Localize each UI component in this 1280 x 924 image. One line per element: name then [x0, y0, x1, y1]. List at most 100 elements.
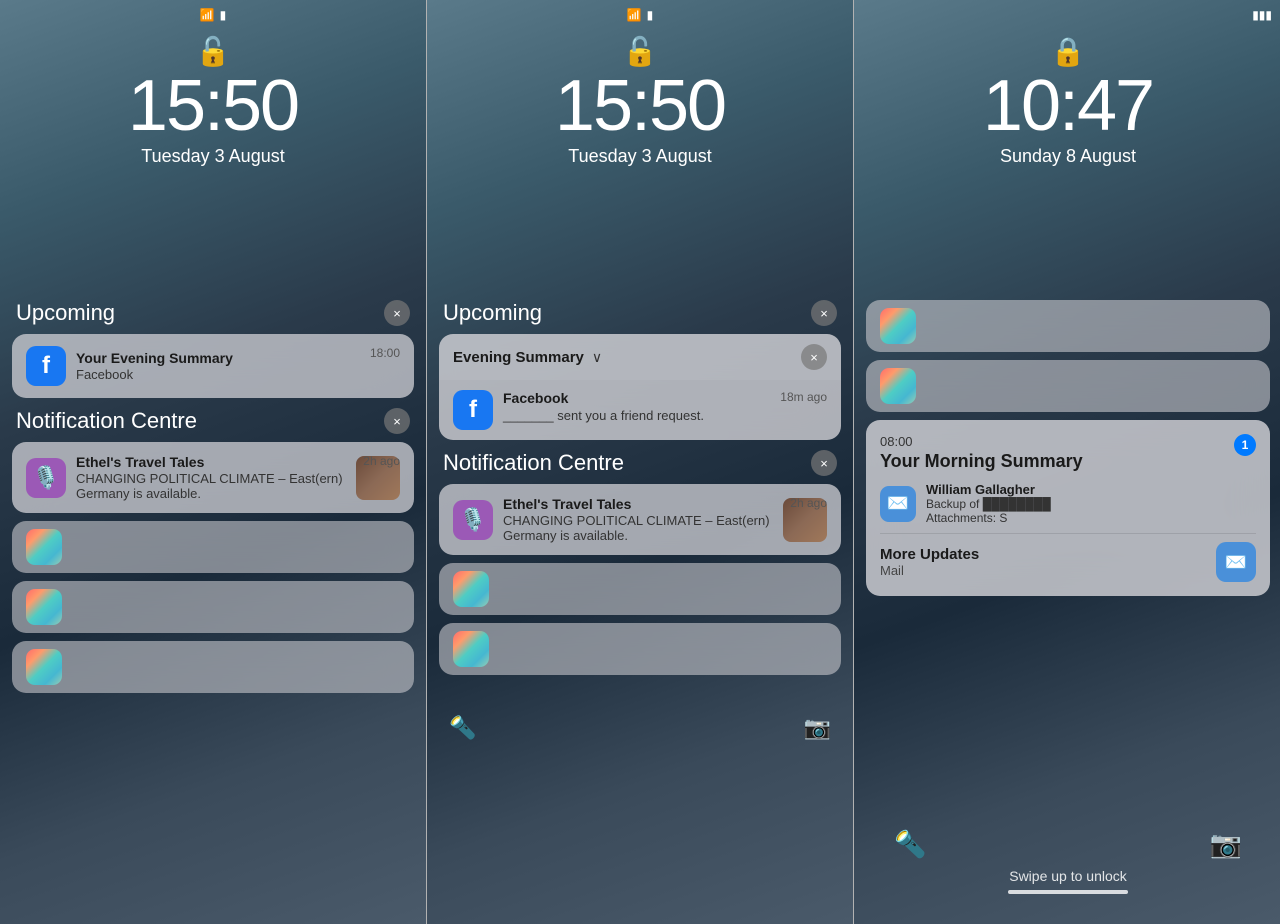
podcast-notif-time-1: 2h ago [363, 454, 400, 468]
blurred-card-1a [12, 521, 414, 573]
facebook-time-2: 18m ago [780, 390, 827, 406]
phone-panel-2: 📶 ▮ 🔓 15:50 Tuesday 3 August Upcoming × … [427, 0, 853, 924]
camera-icon-2: 📷 [804, 715, 831, 741]
notifications-area-1: Upcoming × f Your Evening Summary Facebo… [12, 300, 414, 701]
camera-icon-3[interactable]: 📷 [1210, 829, 1242, 860]
blurred-card-2b [439, 623, 841, 675]
blurred-card-1c [12, 641, 414, 693]
facebook-app-name-2: Facebook [503, 390, 568, 406]
bottom-controls-3: 🔦 📷 [894, 829, 1242, 860]
facebook-notif-time-1: 18:00 [370, 346, 400, 360]
upcoming-title-1: Upcoming [16, 300, 115, 326]
battery-icon-1: ▮ [220, 8, 227, 22]
notif-centre-title-2: Notification Centre [443, 450, 624, 476]
facebook-notif-subtitle-1: Facebook [76, 367, 400, 382]
lock-icon-3: 🔒 [1051, 35, 1086, 68]
status-icons-3: ▮▮▮ [1252, 8, 1272, 22]
shortcuts-icon-3b [880, 368, 916, 404]
facebook-notif-card-1[interactable]: f Your Evening Summary Facebook 18:00 [12, 334, 414, 398]
podcast-notif-card-1[interactable]: 🎙️ Ethel's Travel Tales CHANGING POLITIC… [12, 442, 414, 513]
morning-summary-card[interactable]: 08:00 Your Morning Summary 1 ✉️ William … [866, 420, 1270, 596]
evening-close-btn-2[interactable]: × [801, 344, 827, 370]
blurred-card-1b [12, 581, 414, 633]
morning-mail-sender: William Gallagher [926, 482, 1051, 497]
upcoming-header-2: Upcoming × [439, 300, 841, 326]
time-display-3: 10:47 Sunday 8 August [854, 70, 1280, 167]
phone-panel-3: ▮▮▮ 🔒 10:47 Sunday 8 August 08:00 Your M… [854, 0, 1280, 924]
morning-mail-preview: Backup of ████████ [926, 497, 1051, 511]
upcoming-close-btn-2[interactable]: × [811, 300, 837, 326]
notif-centre-header-2: Notification Centre × [439, 450, 841, 476]
podcast-icon-1: 🎙️ [26, 458, 66, 498]
podcast-notif-title-2: Ethel's Travel Tales [503, 496, 773, 512]
status-bar-3: ▮▮▮ [854, 0, 1280, 30]
shortcuts-icon-1b [26, 589, 62, 625]
more-updates-label: More Updates [880, 546, 979, 563]
upcoming-header-1: Upcoming × [12, 300, 414, 326]
facebook-grouped-card-2[interactable]: f Facebook 18m ago _______ sent you a fr… [439, 380, 841, 440]
podcast-notif-subtitle-2: CHANGING POLITICAL CLIMATE – East(ern) G… [503, 513, 773, 543]
status-icons-1: 📶 ▮ [200, 8, 227, 22]
status-icons-2: 📶 ▮ [627, 8, 654, 22]
facebook-notif-content-1: Your Evening Summary Facebook [76, 350, 400, 382]
facebook-icon-1: f [26, 346, 66, 386]
mail-icon-3: ✉️ [880, 486, 916, 522]
shortcuts-icon-2a [453, 571, 489, 607]
date-1: Tuesday 3 August [0, 146, 426, 167]
phone-panel-1: 📶 ▮ 🔓 15:50 Tuesday 3 August Upcoming × … [0, 0, 426, 924]
lock-icon-1: 🔓 [196, 35, 231, 68]
shortcuts-icon-3a [880, 308, 916, 344]
shortcuts-icon-1c [26, 649, 62, 685]
status-bar-1: 📶 ▮ [0, 0, 426, 30]
battery-icon-3: ▮▮▮ [1252, 8, 1272, 22]
podcast-notif-title-1: Ethel's Travel Tales [76, 454, 346, 470]
podcast-notif-subtitle-1: CHANGING POLITICAL CLIMATE – East(ern) G… [76, 471, 346, 501]
facebook-body-text-2: _______ sent you a friend request. [503, 408, 704, 423]
shortcuts-icon-2b [453, 631, 489, 667]
morning-summary-badge: 1 [1234, 434, 1256, 456]
notif-centre-header-1: Notification Centre × [12, 408, 414, 434]
mail-updates-icon: ✉️ [1216, 542, 1256, 582]
swipe-hint: Swipe up to unlock [894, 868, 1242, 884]
evening-summary-header: Evening Summary ∨ × [439, 334, 841, 380]
clock-1: 15:50 [0, 70, 426, 142]
evening-summary-title: Evening Summary [453, 349, 584, 366]
facebook-grouped-body-2: _______ sent you a friend request. [503, 408, 827, 423]
shortcuts-icon-1a [26, 529, 62, 565]
morning-summary-time: 08:00 [880, 434, 1256, 449]
swipe-bar [1008, 890, 1128, 894]
more-updates-info: More Updates Mail [880, 546, 979, 578]
notifications-area-2: Upcoming × Evening Summary ∨ × f Faceboo… [439, 300, 841, 741]
facebook-grouped-title-row: Facebook 18m ago [503, 390, 827, 406]
facebook-icon-2: f [453, 390, 493, 430]
podcast-notif-content-2: Ethel's Travel Tales CHANGING POLITICAL … [503, 496, 773, 543]
bottom-bar-3: 🔦 📷 Swipe up to unlock [854, 809, 1280, 924]
battery-icon-2: ▮ [647, 8, 654, 22]
morning-mail-preview2: Attachments: S [926, 511, 1051, 525]
morning-mail-item: ✉️ William Gallagher Backup of ████████ … [880, 482, 1256, 525]
podcast-icon-2: 🎙️ [453, 500, 493, 540]
facebook-grouped-content-2: Facebook 18m ago _______ sent you a frie… [503, 390, 827, 423]
upcoming-close-btn-1[interactable]: × [384, 300, 410, 326]
morning-mail-content: William Gallagher Backup of ████████ Att… [926, 482, 1051, 525]
blurred-card-3b [866, 360, 1270, 412]
date-3: Sunday 8 August [854, 146, 1280, 167]
wifi-icon-1: 📶 [200, 8, 215, 22]
clock-3: 10:47 [854, 70, 1280, 142]
notif-centre-close-btn-2[interactable]: × [811, 450, 837, 476]
podcast-notif-time-2: 2h ago [790, 496, 827, 510]
bottom-hint-2: 🔦 📷 [439, 695, 841, 741]
clock-2: 15:50 [427, 70, 853, 142]
date-2: Tuesday 3 August [427, 146, 853, 167]
torch-icon-3[interactable]: 🔦 [894, 829, 926, 860]
podcast-notif-card-2[interactable]: 🎙️ Ethel's Travel Tales CHANGING POLITIC… [439, 484, 841, 555]
evening-summary-title-group: Evening Summary ∨ [453, 349, 602, 366]
wifi-icon-2: 📶 [627, 8, 642, 22]
chevron-down-icon[interactable]: ∨ [592, 349, 602, 366]
blurred-card-2a [439, 563, 841, 615]
time-display-1: 15:50 Tuesday 3 August [0, 70, 426, 167]
notif-centre-close-btn-1[interactable]: × [384, 408, 410, 434]
time-display-2: 15:50 Tuesday 3 August [427, 70, 853, 167]
blurred-card-3a [866, 300, 1270, 352]
more-updates-row: More Updates Mail ✉️ [880, 533, 1256, 582]
